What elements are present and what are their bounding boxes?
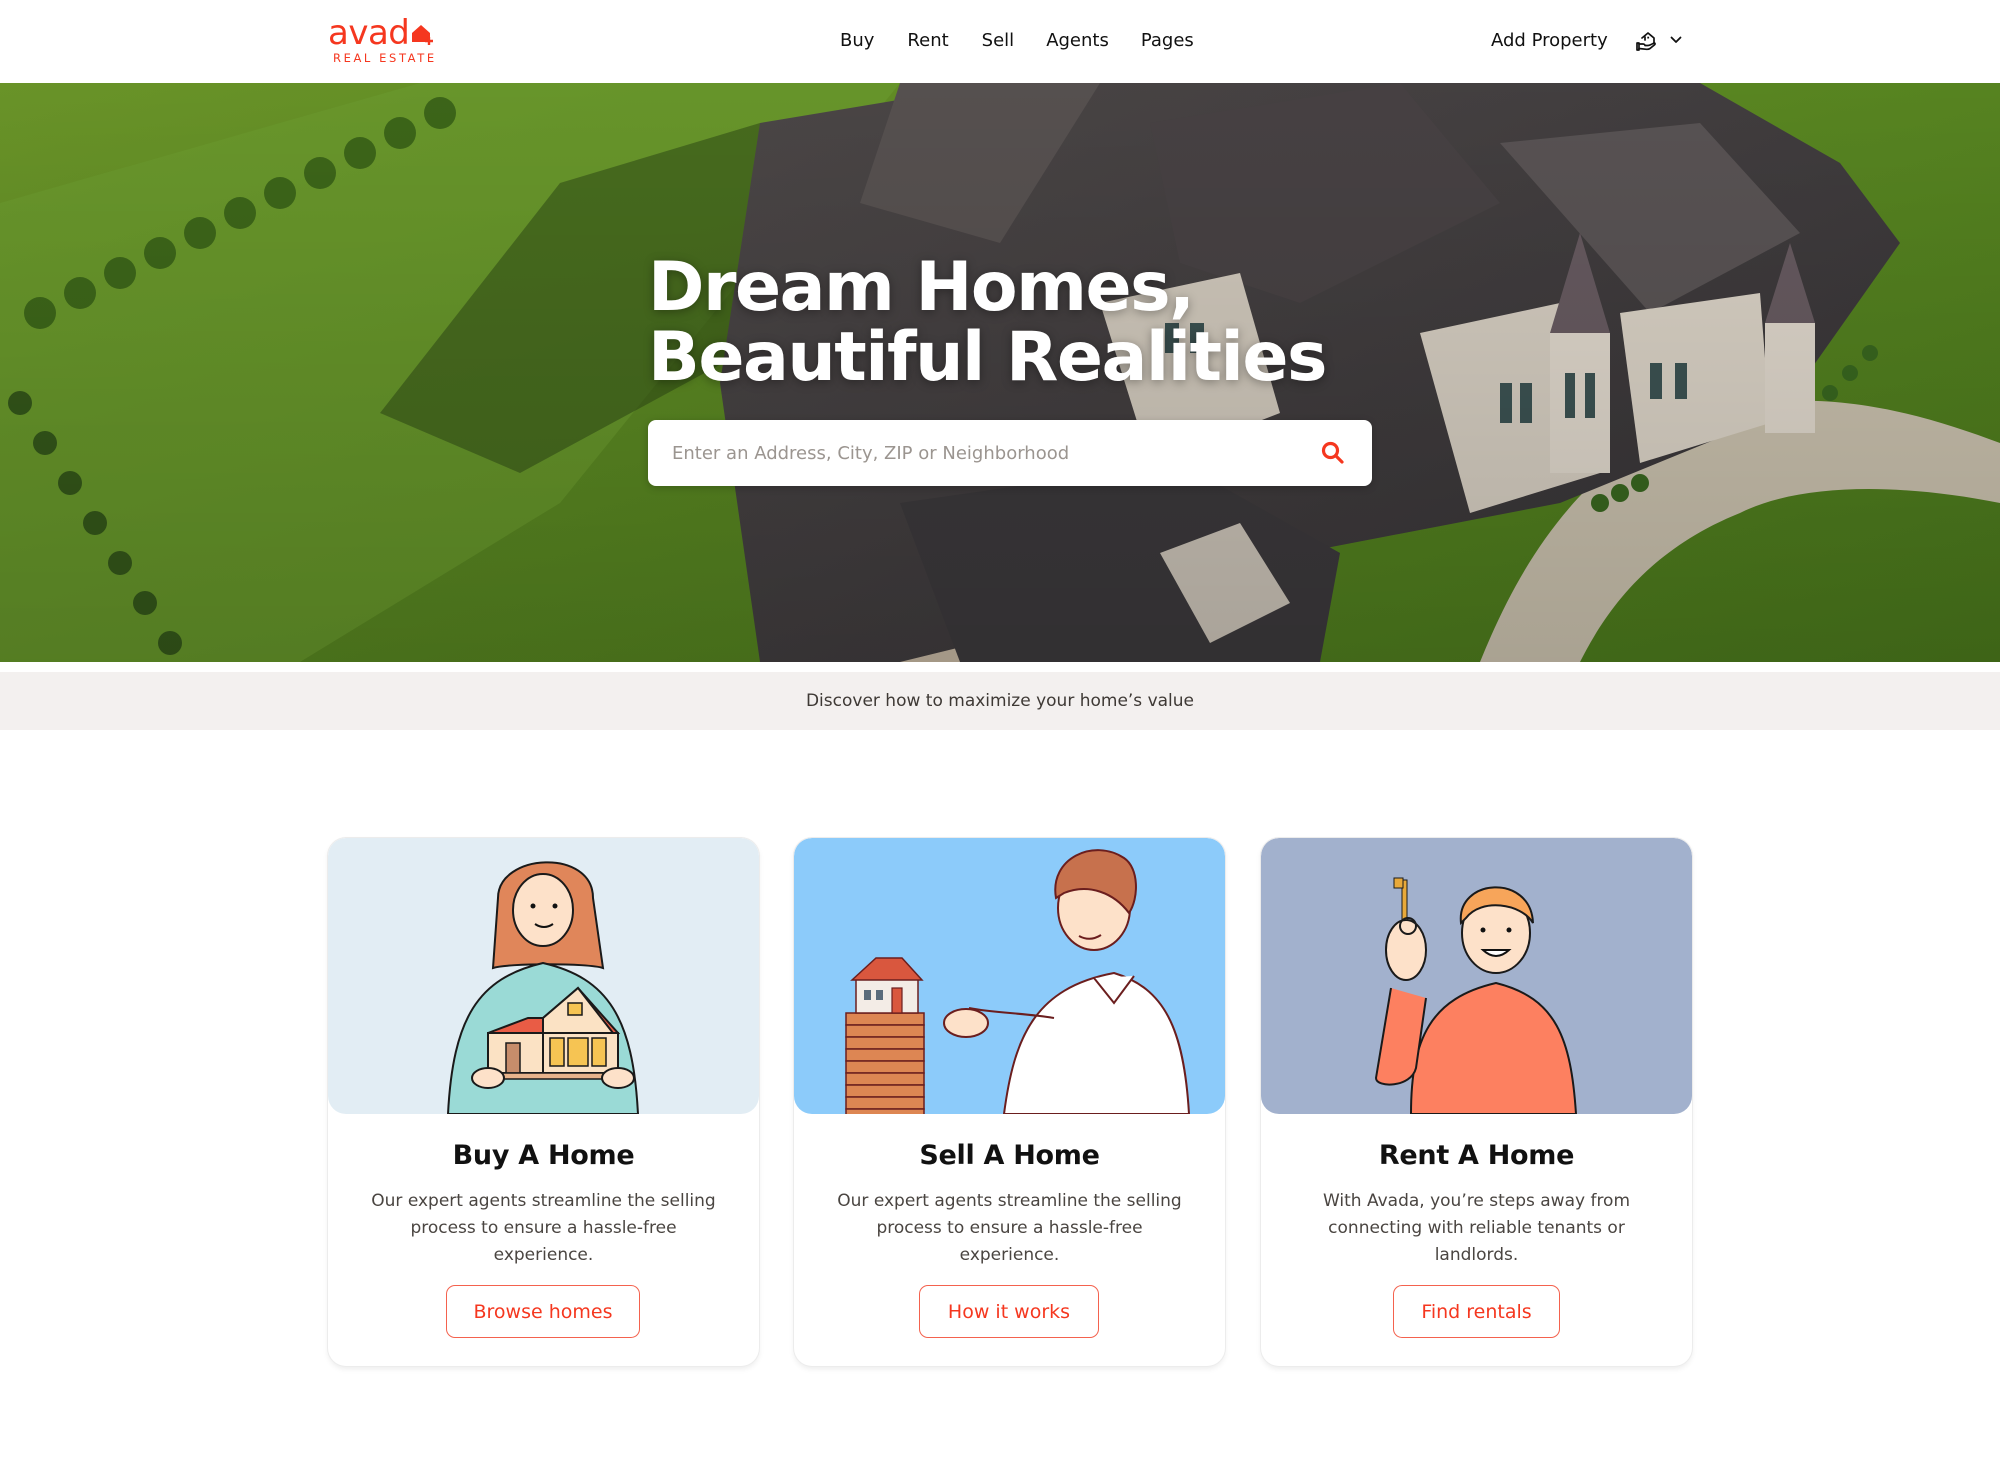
logo-wordmark: avad xyxy=(328,13,410,53)
how-it-works-button[interactable]: How it works xyxy=(919,1285,1099,1338)
service-card-buy: Buy A Home Our expert agents streamline … xyxy=(328,838,759,1366)
hero-title: Dream Homes, Beautiful Realities xyxy=(648,248,1327,397)
browse-homes-button[interactable]: Browse homes xyxy=(446,1285,640,1338)
nav-item-buy[interactable]: Buy xyxy=(840,28,874,54)
card-description: With Avada, you’re steps away from conne… xyxy=(1322,1191,1631,1265)
promo-banner-link[interactable]: Discover how to maximize your home’s val… xyxy=(806,691,1194,711)
site-logo[interactable]: avad REAL ESTATE xyxy=(328,14,438,68)
card-image xyxy=(328,838,759,1114)
man-holding-key-illustration xyxy=(1261,838,1692,1114)
promo-banner: Discover how to maximize your home’s val… xyxy=(0,672,2000,730)
nav-item-agents[interactable]: Agents xyxy=(1046,28,1109,54)
search-button[interactable] xyxy=(1318,438,1348,468)
main-nav: Buy Rent Sell Agents Pages xyxy=(840,28,1194,54)
woman-holding-house-illustration xyxy=(328,838,759,1114)
property-search-input[interactable] xyxy=(672,420,1292,486)
card-image xyxy=(1261,838,1692,1114)
nav-item-rent[interactable]: Rent xyxy=(907,28,948,54)
card-title: Rent A Home xyxy=(1378,1140,1575,1171)
card-title: Sell A Home xyxy=(919,1140,1100,1171)
hero-title-line-2: Beautiful Realities xyxy=(648,318,1327,397)
hero-section: Dream Homes, Beautiful Realities xyxy=(0,83,2000,662)
account-menu-button[interactable] xyxy=(1634,28,1682,52)
nav-item-sell[interactable]: Sell xyxy=(982,28,1015,54)
chevron-down-icon xyxy=(1670,36,1682,43)
card-description: Our expert agents streamline the selling… xyxy=(371,1191,716,1265)
property-search-box xyxy=(648,420,1372,486)
nav-item-pages[interactable]: Pages xyxy=(1141,28,1194,54)
site-header: avad REAL ESTATE Buy Rent Sell Agents Pa… xyxy=(0,0,2000,83)
card-title: Buy A Home xyxy=(452,1140,635,1171)
card-description: Our expert agents streamline the selling… xyxy=(837,1191,1182,1265)
hero-title-line-1: Dream Homes, xyxy=(648,248,1195,327)
house-hand-icon xyxy=(1636,32,1656,51)
add-property-link[interactable]: Add Property xyxy=(1491,28,1608,54)
service-card-rent: Rent A Home With Avada, you’re steps awa… xyxy=(1261,838,1692,1366)
find-rentals-button[interactable]: Find rentals xyxy=(1393,1285,1560,1338)
man-jenga-house-illustration xyxy=(794,838,1225,1114)
logo-tagline: REAL ESTATE xyxy=(333,51,437,65)
search-icon xyxy=(1321,441,1344,464)
logo-house-icon xyxy=(412,25,433,45)
service-card-sell: Sell A Home Our expert agents streamline… xyxy=(794,838,1225,1366)
card-image xyxy=(794,838,1225,1114)
